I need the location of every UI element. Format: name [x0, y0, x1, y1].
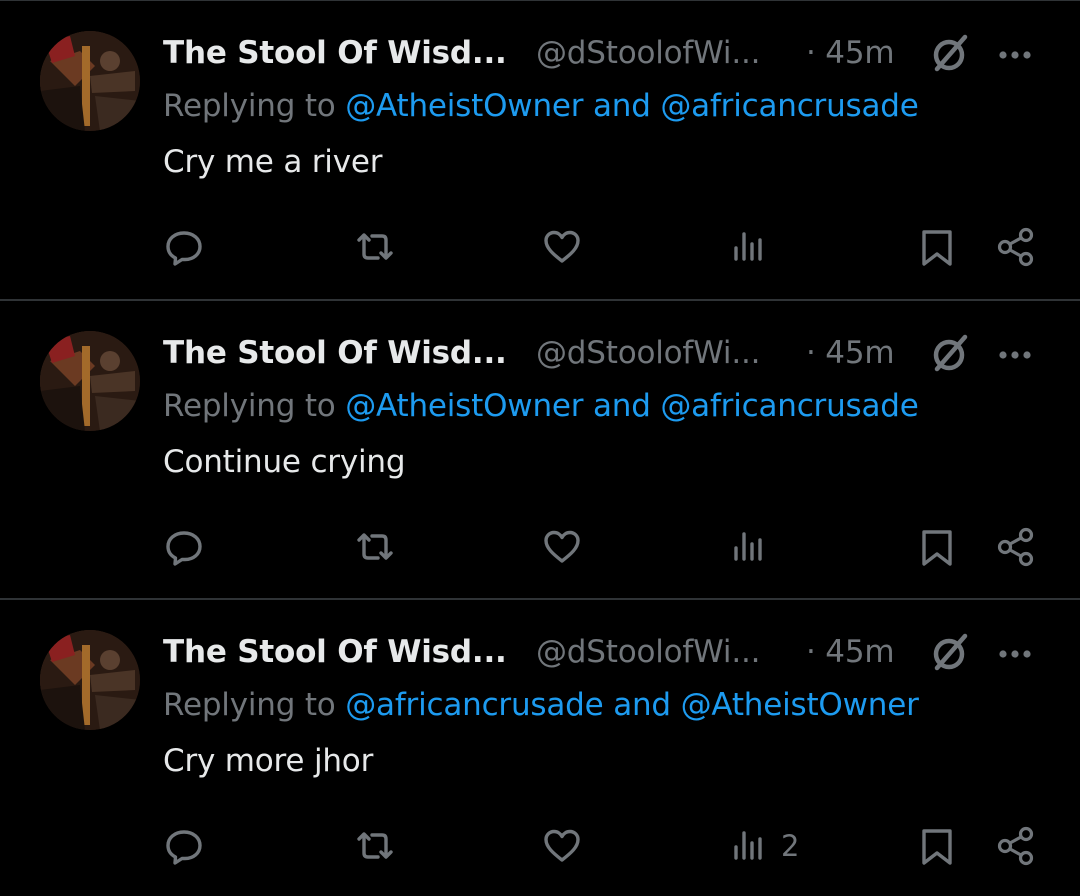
more-icon[interactable]	[995, 31, 1035, 75]
views-icon	[734, 232, 762, 261]
like-button[interactable]	[541, 523, 583, 571]
author-handle[interactable]: @dStoolofWi...	[536, 335, 760, 371]
tweet-text: Cry more jhor	[163, 743, 374, 779]
mention-conjunction[interactable]: and	[593, 88, 651, 124]
views-button[interactable]	[731, 523, 781, 571]
repost-icon	[357, 832, 393, 859]
action-bar: 2	[0, 822, 1080, 870]
like-icon	[544, 530, 580, 563]
views-icon	[734, 532, 762, 561]
views-icon	[734, 831, 762, 860]
replying-to-label: Replying to	[163, 687, 336, 723]
like-icon	[544, 829, 580, 862]
action-bar	[0, 523, 1080, 571]
reply-icon	[166, 830, 202, 865]
replying-to: Replying to @africancrusade and @Atheist…	[163, 687, 919, 723]
like-icon	[544, 230, 580, 263]
avatar-image	[40, 31, 140, 131]
tweet[interactable]: The Stool Of Wisd... @dStoolofWi... · 45…	[0, 299, 1080, 597]
reply-button[interactable]	[163, 822, 205, 870]
action-bar	[0, 223, 1080, 271]
bookmark-icon	[922, 530, 952, 566]
bookmark-icon	[922, 829, 952, 865]
tweet-text: Continue crying	[163, 444, 406, 480]
views-button[interactable]	[731, 223, 781, 271]
author-name[interactable]: The Stool Of Wisd...	[163, 634, 507, 670]
mention-conjunction[interactable]: and	[593, 388, 651, 424]
repost-icon	[357, 233, 393, 260]
avatar[interactable]	[40, 331, 140, 431]
replying-to-label: Replying to	[163, 388, 336, 424]
more-icon[interactable]	[995, 630, 1035, 674]
author-handle[interactable]: @dStoolofWi...	[536, 35, 760, 71]
grok-icon[interactable]	[927, 31, 971, 75]
avatar-image	[40, 331, 140, 431]
repost-icon	[357, 533, 393, 560]
avatar-image	[40, 630, 140, 730]
share-icon	[997, 826, 1034, 866]
grok-icon[interactable]	[927, 331, 971, 375]
author-name[interactable]: The Stool Of Wisd...	[163, 335, 507, 371]
timestamp[interactable]: · 45m	[806, 335, 895, 371]
more-icon[interactable]	[995, 331, 1035, 375]
share-button[interactable]	[995, 223, 1037, 271]
reply-icon	[166, 231, 202, 266]
grok-icon[interactable]	[927, 630, 971, 674]
replying-to: Replying to @AtheistOwner and @africancr…	[163, 388, 919, 424]
tweet[interactable]: The Stool Of Wisd... @dStoolofWi... · 45…	[0, 598, 1080, 896]
tweet[interactable]: The Stool Of Wisd... @dStoolofWi... · 45…	[0, 0, 1080, 298]
avatar[interactable]	[40, 31, 140, 131]
share-button[interactable]	[995, 822, 1037, 870]
repost-button[interactable]	[353, 523, 397, 571]
bookmark-button[interactable]	[918, 523, 956, 571]
share-button[interactable]	[995, 523, 1037, 571]
avatar[interactable]	[40, 630, 140, 730]
mention-link[interactable]: @AtheistOwner	[345, 88, 583, 124]
mention-link[interactable]: @africancrusade	[660, 88, 918, 124]
reply-button[interactable]	[163, 223, 205, 271]
timestamp[interactable]: · 45m	[806, 35, 895, 71]
reply-button[interactable]	[163, 523, 205, 571]
reply-icon	[166, 531, 202, 566]
author-handle[interactable]: @dStoolofWi...	[536, 634, 760, 670]
like-button[interactable]	[541, 223, 583, 271]
bookmark-button[interactable]	[918, 223, 956, 271]
bookmark-button[interactable]	[918, 822, 956, 870]
like-button[interactable]	[541, 822, 583, 870]
bookmark-icon	[922, 230, 952, 266]
mention-link[interactable]: @AtheistOwner	[681, 687, 919, 723]
views-button[interactable]: 2	[731, 822, 799, 870]
replying-to-label: Replying to	[163, 88, 336, 124]
share-icon	[997, 527, 1034, 567]
replying-to: Replying to @AtheistOwner and @africancr…	[163, 88, 919, 124]
repost-button[interactable]	[353, 822, 397, 870]
author-name[interactable]: The Stool Of Wisd...	[163, 35, 507, 71]
timestamp[interactable]: · 45m	[806, 634, 895, 670]
tweet-text: Cry me a river	[163, 144, 383, 180]
repost-button[interactable]	[353, 223, 397, 271]
mention-link[interactable]: @AtheistOwner	[345, 388, 583, 424]
mention-conjunction[interactable]: and	[613, 687, 671, 723]
mention-link[interactable]: @africancrusade	[345, 687, 603, 723]
share-icon	[997, 227, 1034, 267]
views-count: 2	[781, 829, 800, 863]
mention-link[interactable]: @africancrusade	[660, 388, 918, 424]
